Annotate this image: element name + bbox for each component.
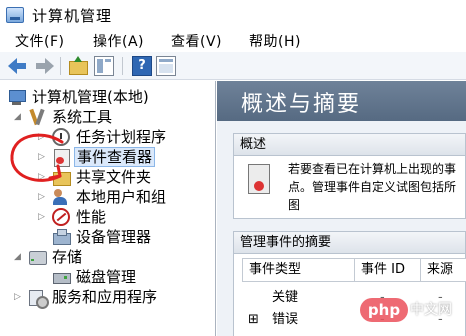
disk-icon bbox=[52, 268, 71, 286]
description-line: 点。管理事件自定义试图包括所 bbox=[288, 180, 457, 194]
description-line: 若要查看已在计算机上出现的事 bbox=[288, 162, 457, 176]
menu-file[interactable]: 文件(F) bbox=[15, 31, 64, 51]
action-pane-icon[interactable] bbox=[156, 56, 176, 76]
column-header-event-type[interactable]: 事件类型 bbox=[243, 259, 355, 281]
shared-folder-icon bbox=[52, 168, 71, 186]
tools-icon bbox=[28, 108, 46, 126]
clock-icon bbox=[52, 128, 70, 146]
console-tree: 计算机管理(本地) ◢ 系统工具 ▷ 任务计划程序 ▷ 事件查看器 ▷ 共享文件… bbox=[0, 81, 216, 336]
tree-item-label: 磁盘管理 bbox=[76, 268, 137, 286]
tree-item-label: 设备管理器 bbox=[76, 228, 152, 246]
page-title: 概述与摘要 bbox=[241, 92, 362, 117]
device-manager-icon bbox=[52, 228, 71, 246]
expand-icon[interactable]: ▷ bbox=[14, 291, 24, 303]
overview-header: 概述与摘要 bbox=[217, 81, 466, 121]
menu-help[interactable]: 帮助(H) bbox=[249, 31, 301, 51]
tree-item-label: 服务和应用程序 bbox=[52, 288, 158, 306]
tree-item-label: 性能 bbox=[76, 208, 107, 226]
menu-action[interactable]: 操作(A) bbox=[93, 31, 144, 51]
description-line: 图 bbox=[288, 198, 301, 212]
computer-icon bbox=[8, 88, 26, 106]
back-arrow-icon[interactable] bbox=[8, 56, 28, 76]
collapse-icon[interactable]: ◢ bbox=[14, 111, 24, 123]
menu-bar: 文件(F) 操作(A) 查看(V) 帮助(H) bbox=[0, 30, 466, 52]
overview-description: 若要查看已在计算机上出现的事 点。管理事件自定义试图包括所 图 bbox=[288, 160, 466, 214]
tree-item-label: 共享文件夹 bbox=[76, 168, 152, 186]
overview-section: 概述 若要查看已在计算机上出现的事 点。管理事件自定义试图包括所 图 bbox=[233, 133, 466, 219]
toolbar-separator bbox=[60, 57, 61, 75]
no-expander bbox=[38, 271, 48, 283]
watermark-text: 中文网 bbox=[410, 302, 452, 318]
section-title[interactable]: 概述 bbox=[234, 134, 465, 156]
title-bar: 计算机管理 bbox=[0, 0, 466, 30]
users-icon bbox=[52, 188, 70, 206]
tree-item-label: 本地用户和组 bbox=[76, 188, 167, 206]
expand-icon[interactable]: ▷ bbox=[38, 191, 48, 203]
table-header: 事件类型 事件 ID 来源 bbox=[242, 258, 466, 282]
forward-arrow-icon[interactable] bbox=[34, 56, 54, 76]
menu-view[interactable]: 查看(V) bbox=[171, 31, 222, 51]
event-type-cell: 错误 bbox=[272, 312, 299, 327]
watermark-badge: php bbox=[360, 298, 408, 322]
collapse-icon[interactable]: ◢ bbox=[14, 251, 24, 263]
expand-icon[interactable]: ▷ bbox=[38, 131, 48, 143]
no-expander bbox=[38, 231, 48, 243]
computer-management-icon bbox=[6, 7, 24, 23]
toolbar-separator bbox=[122, 57, 123, 75]
storage-icon bbox=[28, 248, 47, 266]
event-log-icon bbox=[248, 164, 270, 194]
watermark: php 中文网 bbox=[360, 296, 466, 336]
services-icon bbox=[28, 288, 49, 309]
expand-row-icon[interactable]: ⊞ bbox=[248, 311, 259, 329]
up-folder-icon[interactable] bbox=[68, 56, 88, 76]
event-viewer-icon bbox=[52, 148, 70, 167]
tree-item-label: 存储 bbox=[52, 248, 83, 266]
column-header-event-id[interactable]: 事件 ID bbox=[355, 259, 421, 281]
tree-root-label: 计算机管理(本地) bbox=[32, 88, 149, 106]
performance-icon bbox=[52, 208, 70, 226]
help-icon[interactable]: ? bbox=[132, 56, 152, 76]
tree-item-label: 系统工具 bbox=[52, 108, 113, 126]
expand-icon[interactable]: ▷ bbox=[38, 211, 48, 223]
section-title[interactable]: 管理事件的摘要 bbox=[234, 232, 465, 254]
column-header-source[interactable]: 来源 bbox=[421, 259, 466, 281]
toolbar: ? bbox=[0, 52, 466, 80]
expand-icon[interactable]: ▷ bbox=[38, 151, 48, 163]
tree-item-label: 事件查看器 bbox=[74, 147, 156, 167]
tree-item-label: 任务计划程序 bbox=[76, 128, 167, 146]
window-title: 计算机管理 bbox=[32, 7, 113, 25]
expand-icon[interactable]: ▷ bbox=[38, 171, 48, 183]
show-hide-console-tree-icon[interactable] bbox=[94, 56, 114, 76]
event-type-cell: 关键 bbox=[272, 290, 299, 305]
